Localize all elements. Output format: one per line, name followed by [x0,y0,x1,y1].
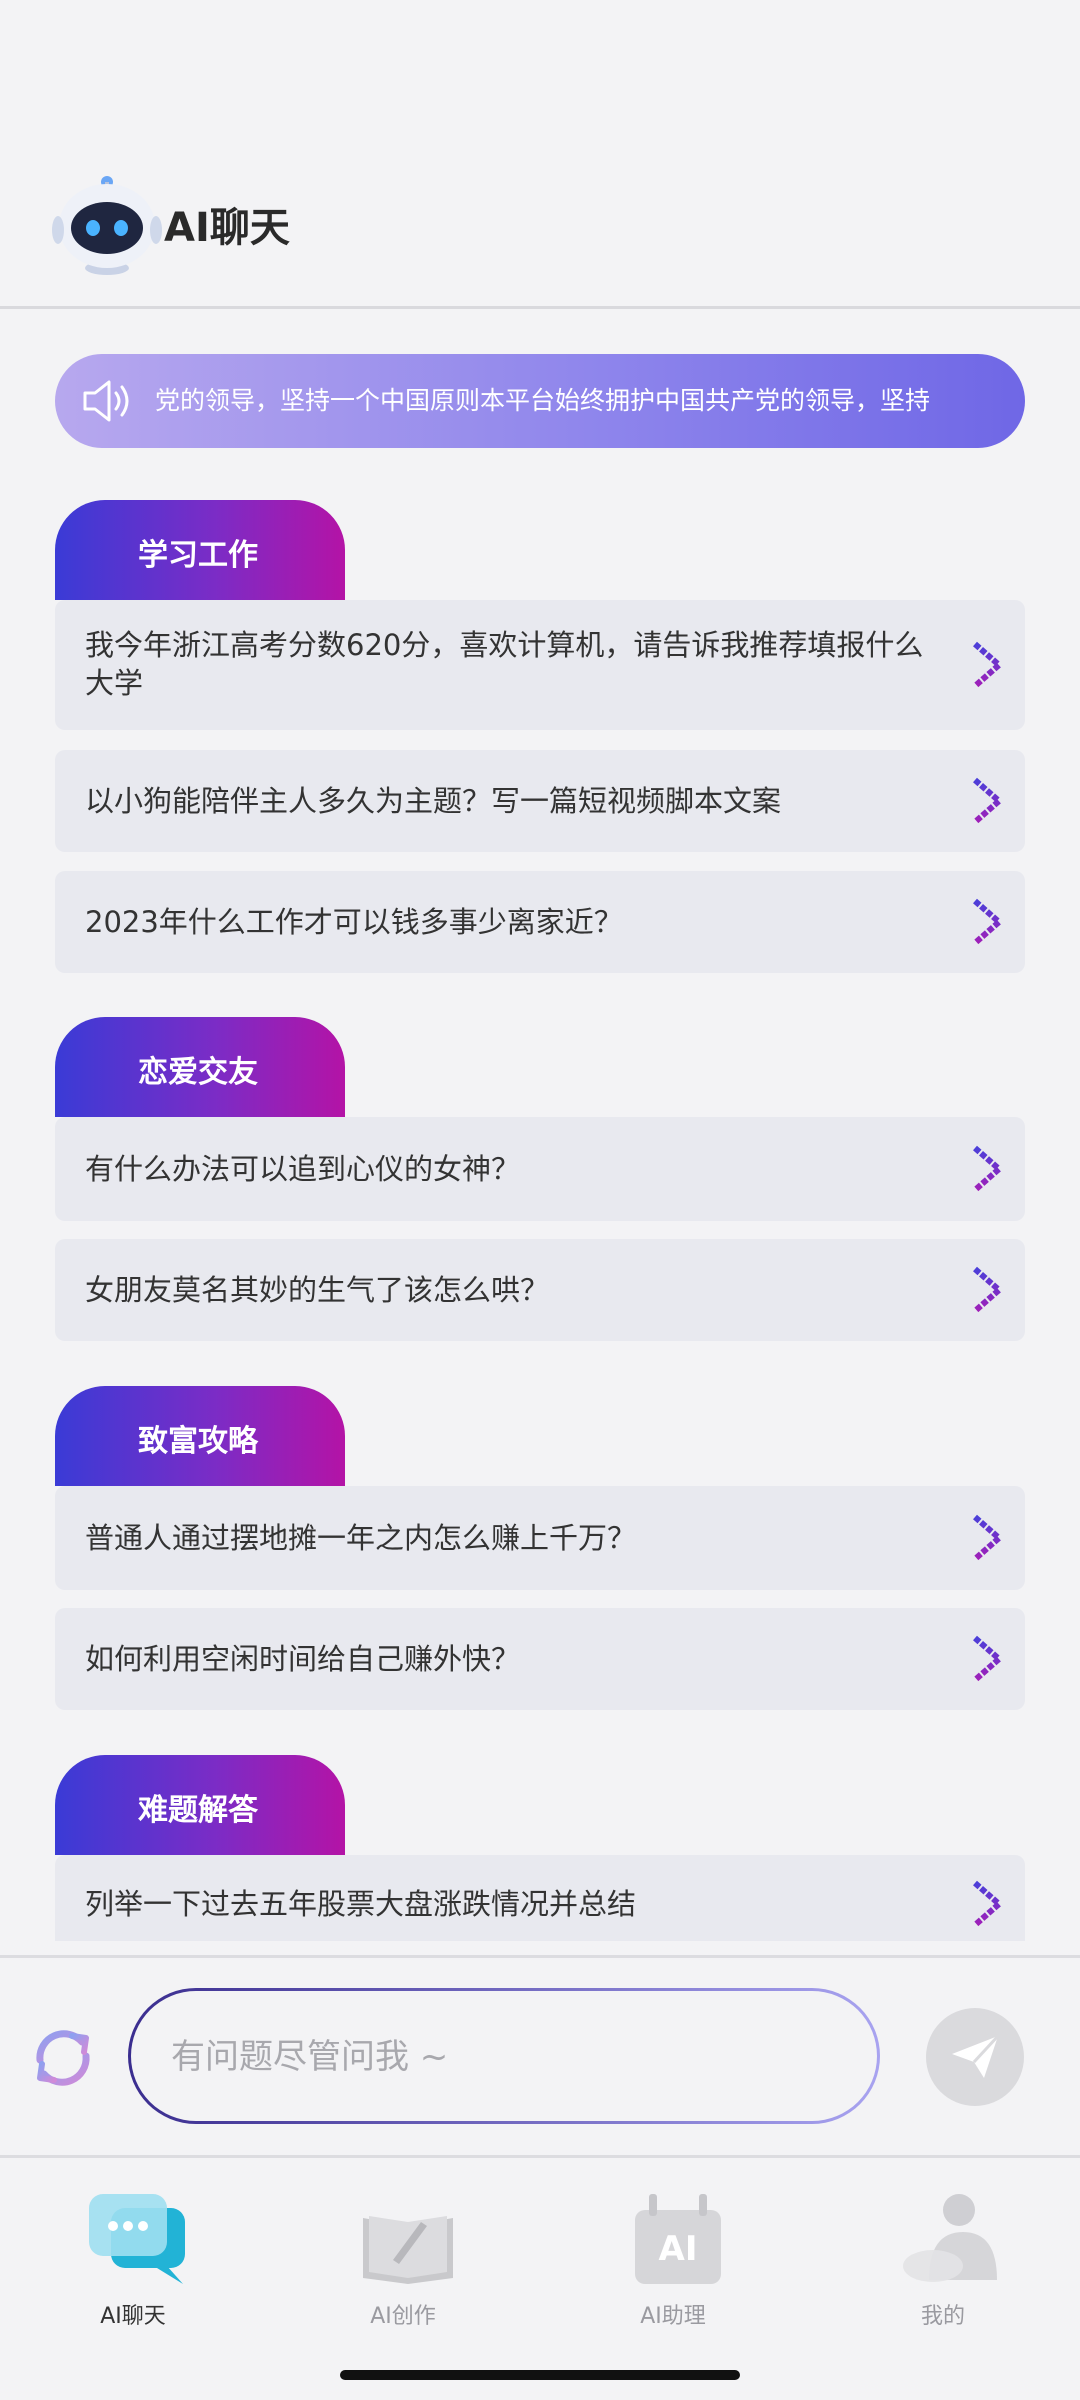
chevron-right-icon [973,641,1004,689]
question-text: 列举一下过去五年股票大盘涨跌情况并总结 [85,1887,637,1921]
nav-label: AI聊天 [100,2304,166,2329]
question-text: 普通人通过摆地摊一年之内怎么赚上千万？ [85,1521,637,1555]
question-text: 女朋友莫名其妙的生气了该怎么哄？ [85,1273,550,1307]
home-indicator [340,2370,740,2380]
page-title: AI聊天 [164,205,290,251]
question-text: 2023年什么工作才可以钱多事少离家近？ [85,905,623,939]
question-text: 如何利用空闲时间给自己赚外快？ [85,1642,521,1676]
header-divider [0,306,1080,309]
chevron-right-icon [973,1635,1004,1683]
nav-divider [0,2155,1080,2158]
section-tab-study-work: 学习工作 [55,500,345,600]
send-icon [952,2034,1000,2078]
robot-logo [52,176,162,275]
question-card[interactable]: 普通人通过摆地摊一年之内怎么赚上千万？ [55,1486,1025,1590]
app-header: AI聊天 [0,0,1080,309]
chevron-right-icon [973,898,1004,946]
notice-text: 党的领导，坚持一个中国原则本平台始终拥护中国共产党的领导，坚持 [155,386,931,415]
nav-item-ai-chat[interactable]: AI聊天 [33,2180,233,2330]
nav-item-ai-assistant[interactable]: AI AI助理 [573,2180,773,2330]
question-text: 有什么办法可以追到心仪的女神？ [85,1152,521,1186]
question-card[interactable]: 女朋友莫名其妙的生气了该怎么哄？ [55,1239,1025,1341]
chat-input[interactable] [169,1991,813,2123]
user-profile-icon [903,2194,997,2282]
input-divider [0,1955,1080,1958]
section-label: 致富攻略 [138,1424,258,1459]
ai-assistant-icon: AI [635,2194,721,2284]
section-label: 恋爱交友 [138,1055,258,1090]
book-pen-icon [363,2216,453,2284]
section-label: 难题解答 [138,1793,258,1828]
chevron-right-icon [973,1514,1004,1562]
chat-bubble-icon [89,2194,185,2284]
section-label: 学习工作 [138,538,258,573]
chevron-right-icon [973,1880,1004,1928]
chevron-right-icon [973,777,1004,825]
section-tab-wealth: 致富攻略 [55,1386,345,1486]
nav-label: AI创作 [370,2304,436,2329]
nav-label: AI助理 [640,2304,706,2329]
question-card[interactable]: 2023年什么工作才可以钱多事少离家近？ [55,871,1025,973]
svg-text:AI: AI [659,2229,698,2269]
question-card[interactable]: 以小狗能陪伴主人多久为主题？写一篇短视频脚本文案 [55,750,1025,852]
refresh-icon[interactable] [26,2022,100,2094]
chat-input-box[interactable] [128,1988,880,2124]
question-text: 以小狗能陪伴主人多久为主题？写一篇短视频脚本文案 [85,784,782,818]
question-card[interactable]: 我今年浙江高考分数620分，喜欢计算机，请告诉我推荐填报什么大学 [55,600,1025,730]
section-tab-problem-solving: 难题解答 [55,1755,345,1855]
section-tab-dating: 恋爱交友 [55,1017,345,1117]
question-card[interactable]: 如何利用空闲时间给自己赚外快？ [55,1608,1025,1710]
nav-label: 我的 [920,2304,965,2329]
chevron-right-icon [973,1266,1004,1314]
chevron-right-icon [973,1145,1004,1193]
nav-item-profile[interactable]: 我的 [843,2180,1043,2330]
question-card[interactable]: 列举一下过去五年股票大盘涨跌情况并总结 [55,1855,1025,1941]
nav-item-ai-create[interactable]: AI创作 [303,2180,503,2330]
speaker-icon [83,380,129,422]
send-button[interactable] [926,2008,1024,2106]
notice-banner[interactable]: 党的领导，坚持一个中国原则本平台始终拥护中国共产党的领导，坚持 [55,354,1025,448]
question-text: 我今年浙江高考分数620分，喜欢计算机，请告诉我推荐填报什么大学 [85,628,924,700]
question-card[interactable]: 有什么办法可以追到心仪的女神？ [55,1117,1025,1221]
